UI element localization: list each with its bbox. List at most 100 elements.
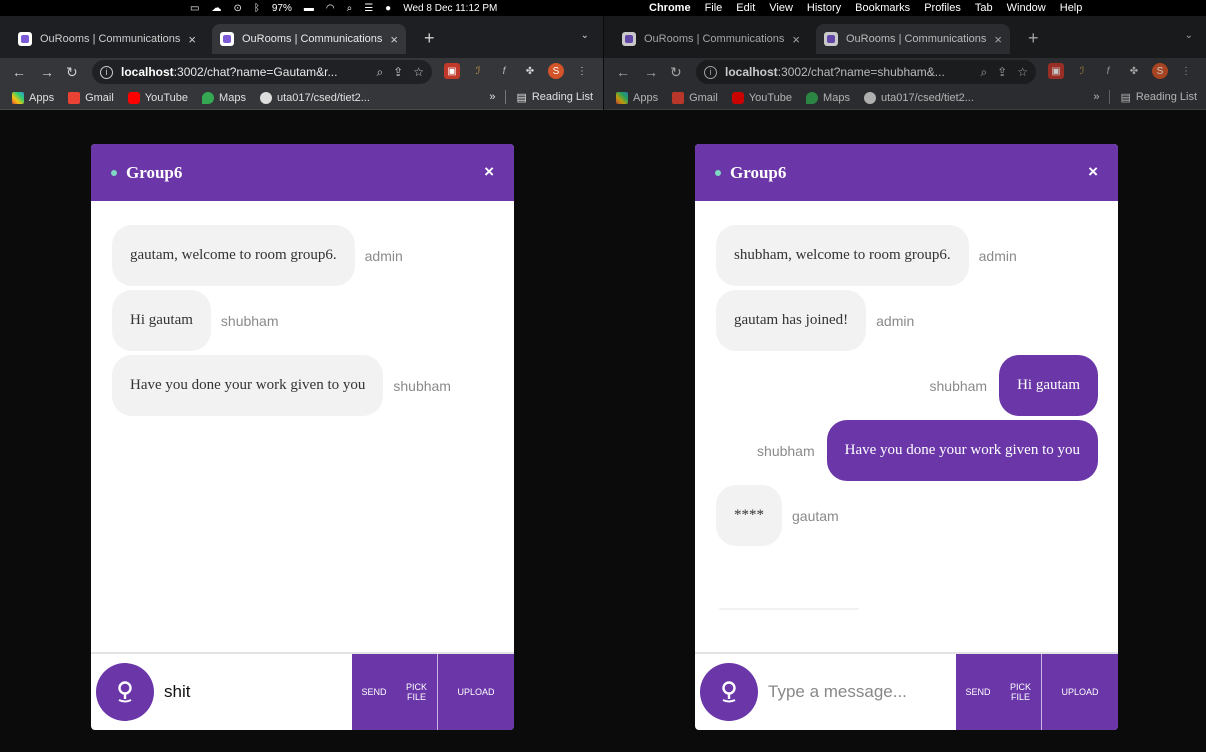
message-sender: admin [978,247,1017,264]
gmail-icon [672,91,685,104]
kebab-menu-icon[interactable]: ⋮ [1178,63,1194,79]
bookmark-star-icon[interactable]: ☆ [413,65,424,80]
url-text[interactable]: localhost:3002/chat?name=Gautam&r... [121,65,376,79]
online-indicator [715,169,721,176]
menu-window[interactable]: Window [1007,2,1046,14]
upload-button[interactable]: Upload [1042,654,1118,730]
extension-icon[interactable]: ▣ [444,63,460,79]
extension-icon[interactable]: ℐ [470,63,486,79]
clock[interactable]: Wed 8 Dec 11:12 PM [403,3,497,14]
tab-close-icon[interactable]: × [390,32,398,47]
reload-icon[interactable]: ↻ [66,64,78,81]
menu-chrome[interactable]: Chrome [649,2,691,14]
bookmark-gmail[interactable]: Gmail [68,91,114,104]
tab-search-icon[interactable]: ⌄ [581,30,589,41]
new-tab-button[interactable]: + [1028,28,1039,49]
bookmark-star-icon[interactable]: ☆ [1017,65,1028,80]
bookmark-maps[interactable]: Maps [202,91,246,104]
tab-inactive[interactable]: OuRooms | Communications × [10,24,204,54]
tab-search-icon[interactable]: ⌄ [1185,30,1193,41]
forward-icon[interactable]: → [644,64,658,80]
close-chat-button[interactable]: × [484,162,494,182]
bookmark-youtube[interactable]: YouTube [731,91,792,104]
menu-view[interactable]: View [769,2,793,14]
location-button[interactable] [96,663,154,721]
wifi-icon[interactable]: ◠ [326,3,335,14]
bookmark-youtube[interactable]: YouTube [127,91,188,104]
tab-active[interactable]: OuRooms | Communications × [816,24,1010,54]
status-tray: ▭ ☁ ⊙ ᛒ 97% ▬ ◠ ⌕ ☰ ● Wed 8 Dec 11:12 PM [190,0,497,16]
menu-help[interactable]: Help [1060,2,1083,14]
address-bar[interactable]: i localhost:3002/chat?name=Gautam&r... ⌕… [92,60,432,84]
menu-tab[interactable]: Tab [975,2,993,14]
pick-file-button[interactable]: Pick File [396,654,438,730]
profile-avatar[interactable]: S [548,63,564,79]
location-button[interactable] [700,663,758,721]
menu-edit[interactable]: Edit [736,2,755,14]
bookmark-apps[interactable]: Apps [616,91,658,104]
bookmark-repo[interactable]: uta017/csed/tiet2... [259,91,370,104]
tab-inactive[interactable]: OuRooms | Communications × [614,24,808,54]
screen-icon[interactable]: ▭ [190,3,199,14]
kebab-menu-icon[interactable]: ⋮ [574,63,590,79]
search-icon[interactable]: ⌕ [347,3,353,14]
reading-list-button[interactable]: ▤ Reading List [1120,91,1197,104]
location-pin-icon [118,681,132,703]
message-input[interactable] [758,654,956,730]
menu-file[interactable]: File [705,2,723,14]
new-tab-button[interactable]: + [424,28,435,49]
zoom-icon[interactable]: ⌕ [376,65,383,80]
profile-avatar[interactable]: S [1152,63,1168,79]
back-icon[interactable]: ← [12,64,26,80]
formula-extension-icon[interactable]: f [496,63,512,79]
upload-button[interactable]: Upload [438,654,514,730]
send-button[interactable]: Send [352,654,396,730]
reading-list-button[interactable]: ▤ Reading List [516,91,593,104]
bookmark-gmail[interactable]: Gmail [672,91,718,104]
info-icon[interactable]: i [704,65,717,79]
reload-icon[interactable]: ↻ [670,64,682,81]
info-icon[interactable]: i [100,65,113,79]
siri-icon[interactable]: ● [385,3,391,14]
message-sender: admin [876,312,915,329]
share-icon[interactable]: ⇪ [997,65,1007,80]
more-bookmarks-button[interactable]: » [489,91,495,103]
puzzle-icon[interactable]: ✤ [1126,63,1142,79]
bookmark-repo[interactable]: uta017/csed/tiet2... [863,91,974,104]
tab-close-icon[interactable]: × [792,32,800,47]
message-row-outgoing: shubham Hi gautam [716,355,1098,416]
battery-icon[interactable]: ▬ [304,3,314,14]
extension-icon[interactable]: ℐ [1074,63,1090,79]
battery-percent: 97% [271,2,292,14]
tab-active[interactable]: OuRooms | Communications × [212,24,406,54]
address-bar[interactable]: i localhost:3002/chat?name=shubham&... ⌕… [696,60,1036,84]
control-center-icon[interactable]: ☰ [364,3,373,14]
message-list[interactable]: shubham, welcome to room group6. admin g… [695,201,1118,652]
extension-icon[interactable]: ▣ [1048,63,1064,79]
close-chat-button[interactable]: × [1088,162,1098,182]
forward-icon[interactable]: → [40,64,54,80]
formula-extension-icon[interactable]: f [1100,63,1116,79]
message-sender: admin [364,247,403,264]
share-icon[interactable]: ⇪ [393,65,403,80]
menu-history[interactable]: History [807,2,841,14]
message-list[interactable]: gautam, welcome to room group6. admin Hi… [91,201,514,652]
more-bookmarks-button[interactable]: » [1093,91,1099,103]
send-button[interactable]: Send [956,654,1000,730]
divider [505,90,507,104]
bookmark-apps[interactable]: Apps [12,91,54,104]
url-text[interactable]: localhost:3002/chat?name=shubham&... [725,65,980,79]
tab-close-icon[interactable]: × [994,32,1002,47]
menu-bookmarks[interactable]: Bookmarks [855,2,910,14]
menu-profiles[interactable]: Profiles [924,2,961,14]
message-input[interactable] [154,654,352,730]
cloud-icon[interactable]: ☁ [211,3,221,14]
bluetooth-icon[interactable]: ᛒ [254,3,260,14]
play-icon[interactable]: ⊙ [233,3,241,14]
zoom-icon[interactable]: ⌕ [980,65,987,80]
back-icon[interactable]: ← [616,64,630,80]
pick-file-button[interactable]: Pick File [1000,654,1042,730]
puzzle-icon[interactable]: ✤ [522,63,538,79]
tab-close-icon[interactable]: × [188,32,196,47]
bookmark-maps[interactable]: Maps [806,91,850,104]
